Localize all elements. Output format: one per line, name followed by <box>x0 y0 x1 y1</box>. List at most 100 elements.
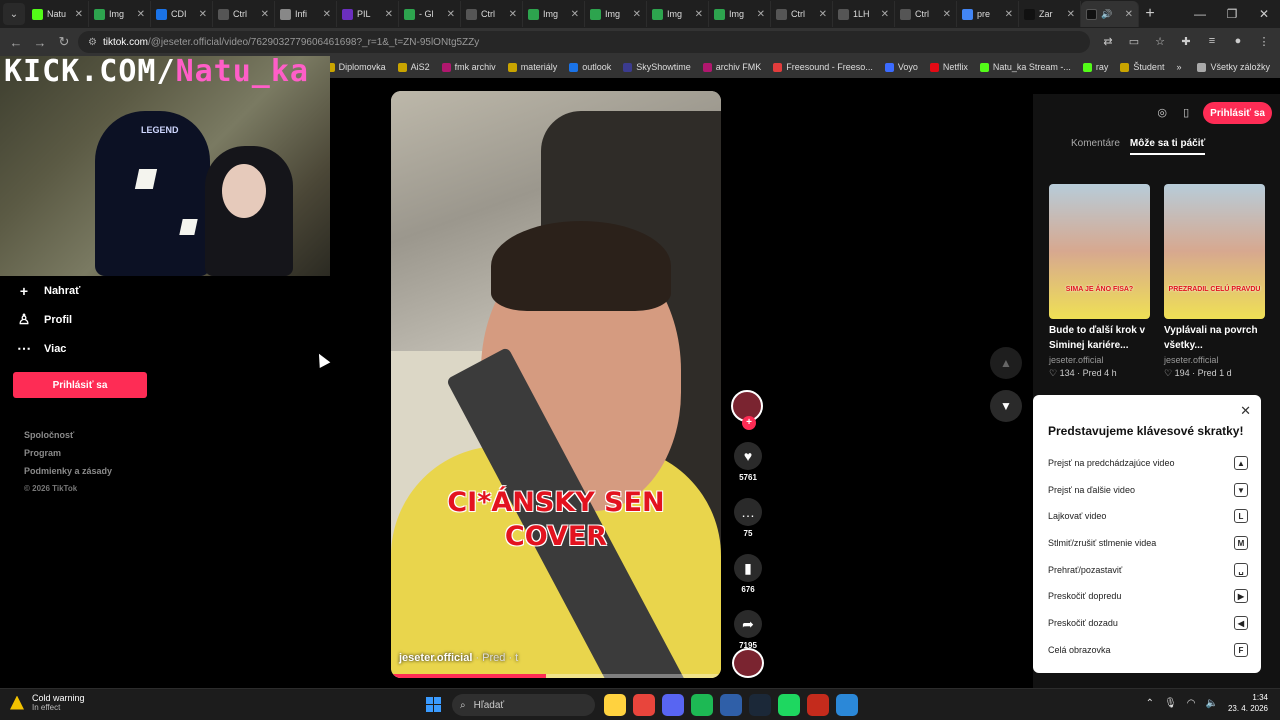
minimize-icon[interactable]: — <box>1184 0 1216 28</box>
url-bar[interactable]: ⚙ tiktok.com/@jeseter.official/video/762… <box>78 31 1090 53</box>
taskbar-app-icon[interactable] <box>836 694 858 716</box>
taskbar-search[interactable]: ⌕ Hľadať <box>452 694 595 716</box>
weather-widget[interactable]: Cold warning In effect <box>10 693 85 712</box>
footer-link-program[interactable]: Program <box>24 444 112 462</box>
translate-icon[interactable]: ⇄ <box>1100 33 1116 49</box>
next-video-button[interactable]: ▼ <box>990 390 1022 422</box>
tab-close-icon[interactable]: ✕ <box>75 9 83 20</box>
browser-tab[interactable]: Ctrl ✕ <box>213 1 275 27</box>
restore-icon[interactable]: ❐ <box>1216 0 1248 28</box>
forward-icon[interactable]: → <box>28 35 52 50</box>
bookmark-item[interactable]: ray <box>1082 62 1108 72</box>
browser-tab[interactable]: pre ✕ <box>957 1 1019 27</box>
new-tab-button[interactable]: + <box>1139 5 1161 23</box>
tab-close-icon[interactable]: ✕ <box>1067 9 1075 20</box>
bookmark-item[interactable]: AiS2 <box>397 62 430 72</box>
share-action[interactable]: ➦ 7195 <box>731 610 765 650</box>
tab-close-icon[interactable]: ✕ <box>137 9 145 20</box>
tab-close-icon[interactable]: ✕ <box>695 9 703 20</box>
clock[interactable]: 1:34 23. 4. 2026 <box>1228 692 1268 714</box>
browser-tab[interactable]: - Gl ✕ <box>399 1 461 27</box>
like-action[interactable]: ♥ 5761 <box>731 442 765 482</box>
sidebar-item-upload[interactable]: + Nahrať <box>16 276 330 305</box>
heart-icon[interactable]: ♥ <box>734 442 762 470</box>
bookmark-item[interactable]: Natu_ka Stream -... <box>979 62 1071 72</box>
close-icon[interactable]: ✕ <box>1240 403 1251 419</box>
comment-icon[interactable]: … <box>734 498 762 526</box>
bookmark-item[interactable]: fmk archiv <box>441 62 496 72</box>
tab-close-icon[interactable]: ✕ <box>881 9 889 20</box>
card-author[interactable]: jeseter.official <box>1049 355 1150 365</box>
tab-close-icon[interactable]: ✕ <box>819 9 827 20</box>
profile-avatar-icon[interactable]: ● <box>1230 33 1246 49</box>
tab-close-icon[interactable]: ✕ <box>447 9 455 20</box>
video-thumbnail[interactable]: SIMA JE ÁNO FISA? <box>1049 184 1150 319</box>
taskbar-app-icon[interactable] <box>807 694 829 716</box>
back-icon[interactable]: ← <box>4 35 28 50</box>
tab-suggested[interactable]: Môže sa ti páčiť <box>1129 138 1206 155</box>
tray-overflow-icon[interactable]: ⌃ <box>1146 698 1154 709</box>
sidebar-item-profile[interactable]: ♙ Profil <box>16 305 330 334</box>
sidebar-login-button[interactable]: Prihlásiť sa <box>13 372 147 398</box>
browser-tab[interactable]: Ctrl ✕ <box>771 1 833 27</box>
browser-tab[interactable]: Img ✕ <box>523 1 585 27</box>
music-disc-avatar[interactable] <box>732 648 764 678</box>
bookmark-item[interactable]: Freesound - Freeso... <box>773 62 873 72</box>
video-progress-bar[interactable] <box>391 674 721 678</box>
media-icon[interactable]: ≡ <box>1204 33 1220 49</box>
suggested-video-card[interactable]: PREZRADIL CELÚ PRAVDU Vyplávali na povrc… <box>1164 184 1265 379</box>
footer-link-terms[interactable]: Podmienky a zásady <box>24 462 112 480</box>
volume-icon[interactable]: 🔈 <box>1206 698 1218 709</box>
share-icon[interactable]: ➦ <box>734 610 762 638</box>
browser-tab[interactable]: Ctrl ✕ <box>461 1 523 27</box>
taskbar-app-icon[interactable] <box>691 694 713 716</box>
bookmark-item[interactable]: archiv FMK <box>702 62 761 72</box>
taskbar-app-icon[interactable] <box>604 694 626 716</box>
video-player[interactable]: CI*ÁNSKY SEN COVER jeseter.official · Pr… <box>391 91 721 678</box>
footer-link-company[interactable]: Spoločnosť <box>24 426 112 444</box>
browser-tab[interactable]: Zar ✕ <box>1019 1 1081 27</box>
browser-tab[interactable]: Natu ✕ <box>27 1 89 27</box>
browser-tab[interactable]: Img ✕ <box>647 1 709 27</box>
extensions-icon[interactable]: ✚ <box>1178 33 1194 49</box>
taskbar-app-icon[interactable] <box>633 694 655 716</box>
bookmark-item[interactable]: Netflix <box>929 62 968 72</box>
browser-menu-icon[interactable]: ⋮ <box>1256 33 1272 49</box>
bookmark-item[interactable]: materiály <box>507 62 557 72</box>
card-author[interactable]: jeseter.official <box>1164 355 1265 365</box>
bookmark-item[interactable]: Študent <box>1120 62 1164 72</box>
tab-close-icon[interactable]: ✕ <box>1005 9 1013 20</box>
previous-video-button[interactable]: ▲ <box>990 347 1022 379</box>
browser-tab[interactable]: Ctrl ✕ <box>895 1 957 27</box>
sidebar-item-more[interactable]: ⋯ Viac <box>16 334 330 363</box>
video-author-name[interactable]: jeseter.official <box>399 652 472 664</box>
cast-icon[interactable]: ▭ <box>1126 33 1142 49</box>
bookmarks-all-folder[interactable]: Všetky záložky <box>1197 62 1270 72</box>
browser-tab[interactable]: CDI ✕ <box>151 1 213 27</box>
suggested-video-card[interactable]: SIMA JE ÁNO FISA? Bude to ďalší krok v S… <box>1049 184 1150 379</box>
comment-action[interactable]: … 75 <box>731 498 765 538</box>
tab-active[interactable]: 🔊 ✕ <box>1081 1 1139 27</box>
taskbar-app-icon[interactable] <box>778 694 800 716</box>
taskbar-app-icon[interactable] <box>749 694 771 716</box>
wifi-icon[interactable]: ◠ <box>1187 698 1196 709</box>
browser-tab[interactable]: PIL ✕ <box>337 1 399 27</box>
taskbar-app-icon[interactable] <box>720 694 742 716</box>
bookmark-item[interactable]: SkyShowtime <box>623 62 691 72</box>
tab-close-icon[interactable]: ✕ <box>571 9 579 20</box>
video-author[interactable]: jeseter.official · Pred · t <box>399 652 518 664</box>
bookmarks-more-icon[interactable]: » <box>1176 62 1181 72</box>
tab-comments[interactable]: Komentáre <box>1071 138 1120 155</box>
browser-tab[interactable]: Img ✕ <box>585 1 647 27</box>
bookmark-item[interactable]: outlook <box>569 62 611 72</box>
bookmark-item[interactable]: Diplomovka <box>325 62 386 72</box>
mobile-icon[interactable]: ▯ <box>1179 106 1193 120</box>
card-title[interactable]: Bude to ďalší krok v Siminej kariére... <box>1049 323 1150 353</box>
start-windows-icon[interactable] <box>426 697 441 712</box>
tab-close-icon[interactable]: ✕ <box>943 9 951 20</box>
follow-plus-icon[interactable]: + <box>742 416 756 430</box>
compass-icon[interactable]: ◎ <box>1155 106 1169 120</box>
tab-close-icon[interactable]: ✕ <box>1125 9 1133 20</box>
tab-close-icon[interactable]: ✕ <box>199 9 207 20</box>
save-action[interactable]: ▮ 676 <box>731 554 765 594</box>
